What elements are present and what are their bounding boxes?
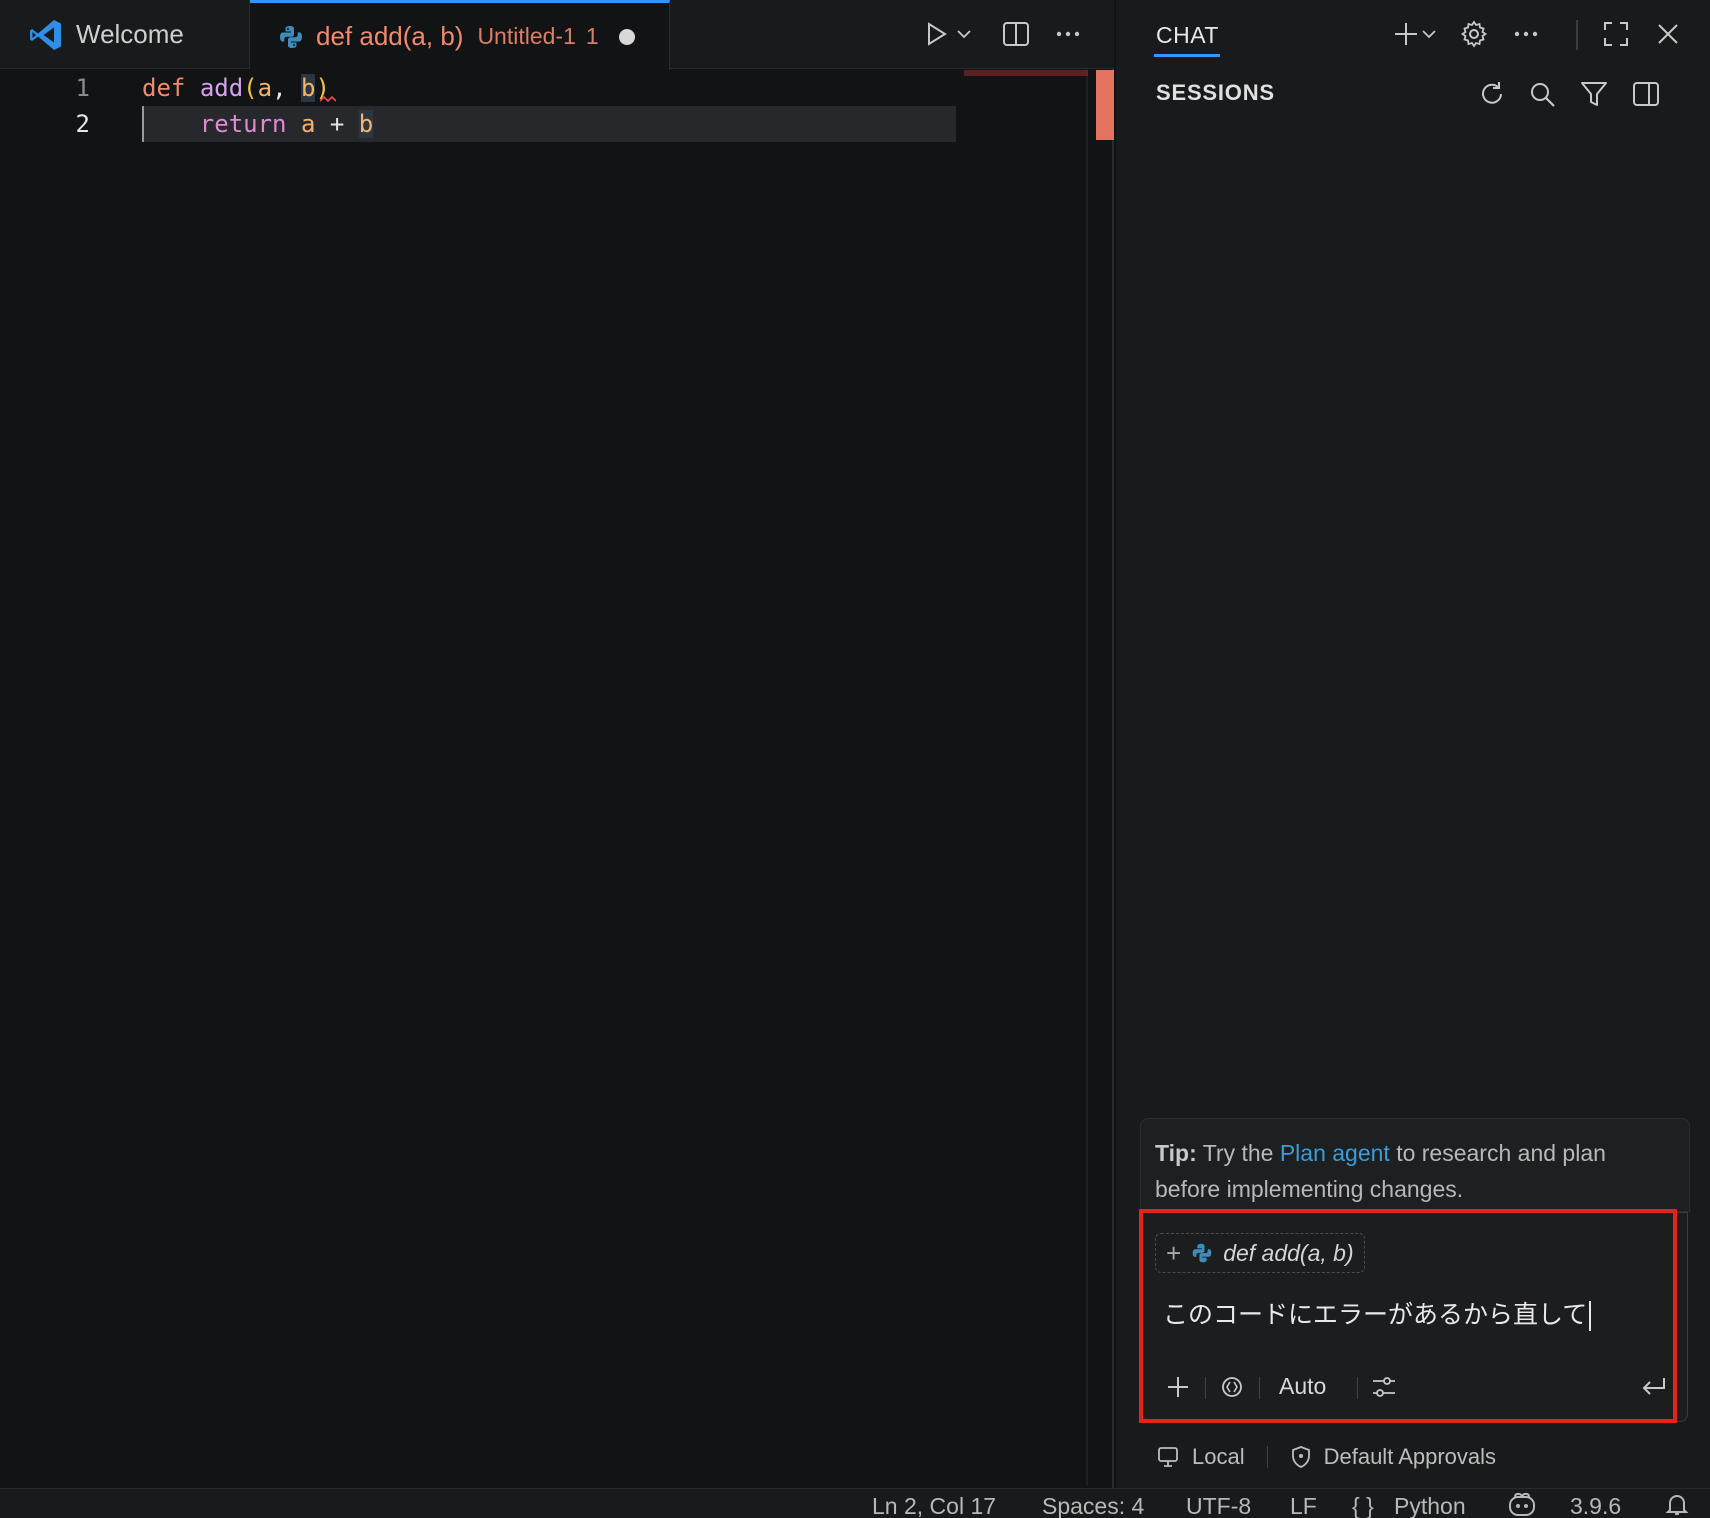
operand-b: b [358,110,374,138]
toggle-sidebar-icon[interactable] [1626,74,1666,114]
line-number: 2 [75,110,90,138]
copilot-icon[interactable] [1506,1491,1538,1517]
tab-untitled[interactable]: def add(a, b) Untitled-1 1 [250,0,670,70]
active-tab-indicator [1154,54,1220,57]
header-divider [1576,20,1578,50]
gear-icon[interactable] [1454,14,1494,54]
footer-divider [1266,1446,1268,1468]
open-paren: ( [243,74,258,102]
chat-input-toolbar: Auto [1143,1363,1689,1413]
monitor-icon [1156,1445,1180,1469]
context-chip-label: def add(a, b) [1223,1239,1354,1266]
chat-input-text: このコードにエラーがあるから直して [1163,1300,1588,1329]
split-editor-icon[interactable] [996,14,1036,54]
run-dropdown-chevron-icon[interactable] [952,14,976,54]
function-name: add [199,74,244,102]
toolbar-divider [1357,1377,1358,1399]
chat-panel: CHAT SESSIONS Tip: Try the Plan agent to… [1116,0,1710,1488]
keyword-def: def [142,74,186,102]
operator-plus: + [315,110,359,138]
cursor-position[interactable]: Ln 2, Col 17 [872,1493,996,1518]
code-text: return a + b [142,106,374,142]
line-number: 1 [75,74,90,102]
keyword-return: return [199,110,287,138]
search-icon[interactable] [1522,74,1562,114]
plan-agent-link[interactable]: Plan agent [1280,1140,1390,1166]
bell-icon[interactable] [1664,1491,1690,1517]
close-icon[interactable] [1648,14,1688,54]
filter-icon[interactable] [1574,74,1614,114]
approvals-picker[interactable]: Default Approvals [1324,1444,1496,1470]
tab-welcome[interactable]: Welcome [10,0,250,69]
add-context-plus-icon[interactable]: + [1166,1238,1181,1269]
more-actions-icon[interactable] [1506,14,1546,54]
tip-text-before: Try the [1196,1140,1280,1166]
param-a: a [257,74,273,102]
sessions-label: SESSIONS [1156,80,1275,105]
operand-a: a [286,110,316,138]
code-text: def add(a, b) [142,70,330,106]
chat-footer: Local Default Approvals [1156,1440,1496,1474]
error-squiggle-icon [320,96,336,102]
unsaved-dot-icon[interactable] [618,28,635,45]
param-b: b [300,74,316,102]
minimap[interactable] [964,70,1088,76]
language-mode[interactable]: Python [1394,1493,1466,1518]
tip-prefix: Tip: [1155,1140,1197,1166]
maximize-icon[interactable] [1596,14,1636,54]
python-version[interactable]: 3.9.6 [1570,1493,1621,1518]
send-enter-icon[interactable] [1637,1369,1671,1405]
refresh-icon[interactable] [1472,74,1512,114]
tab-problem-count: 1 [585,23,599,49]
tab-welcome-label: Welcome [76,19,184,49]
editor-scrollbar[interactable] [1096,70,1114,140]
tools-icon[interactable] [1217,1369,1247,1405]
add-attachment-plus-icon[interactable] [1163,1369,1193,1405]
sliders-icon[interactable] [1369,1369,1399,1405]
sessions-header: SESSIONS [1116,70,1710,120]
toolbar-divider [1205,1377,1206,1399]
tab-untitled-label: def add(a, b) [316,21,464,51]
file-encoding[interactable]: UTF-8 [1186,1493,1251,1518]
language-braces-icon: { } [1352,1493,1374,1518]
code-line-1[interactable]: 1 def add(a, b) [0,70,1090,106]
toolbar-divider [1259,1377,1260,1399]
shield-icon [1290,1445,1312,1469]
run-icon[interactable] [916,14,956,54]
more-actions-icon[interactable] [1048,14,1088,54]
editor-tab-bar: Welcome def add(a, b) Untitled-1 1 [0,0,1114,70]
minimap-border [1086,70,1088,1486]
tip-banner: Tip: Try the Plan agent to research and … [1140,1118,1690,1212]
indentation-setting[interactable]: Spaces: 4 [1042,1493,1144,1518]
end-of-line[interactable]: LF [1290,1493,1317,1518]
chat-header: CHAT [1116,0,1710,69]
chat-input-box[interactable]: + def add(a, b) このコードにエラーがあるから直して Auto [1139,1209,1689,1423]
context-attachment-chip[interactable]: + def add(a, b) [1155,1233,1365,1273]
tab-untitled-description: Untitled-1 [477,23,576,49]
session-location-picker[interactable]: Local [1192,1444,1245,1470]
new-chat-chevron-down-icon[interactable] [1418,14,1440,54]
code-line-2[interactable]: 2 return a + b [0,106,1090,142]
python-file-icon [278,24,304,50]
chat-message-input[interactable]: このコードにエラーがあるから直して [1163,1293,1663,1337]
mode-picker[interactable]: Auto [1279,1373,1326,1400]
comma: , [272,74,301,102]
text-caret [1589,1301,1592,1331]
python-file-icon [1191,1242,1213,1264]
editor-area: Welcome def add(a, b) Untitled-1 1 1 def… [0,0,1114,1488]
chat-tab-title[interactable]: CHAT [1156,22,1219,49]
vscode-logo-icon [28,17,64,53]
status-bar: Ln 2, Col 17 Spaces: 4 UTF-8 LF { } Pyth… [0,1488,1710,1518]
code-editor[interactable]: 1 def add(a, b) 2 return a + b [0,70,1090,1486]
